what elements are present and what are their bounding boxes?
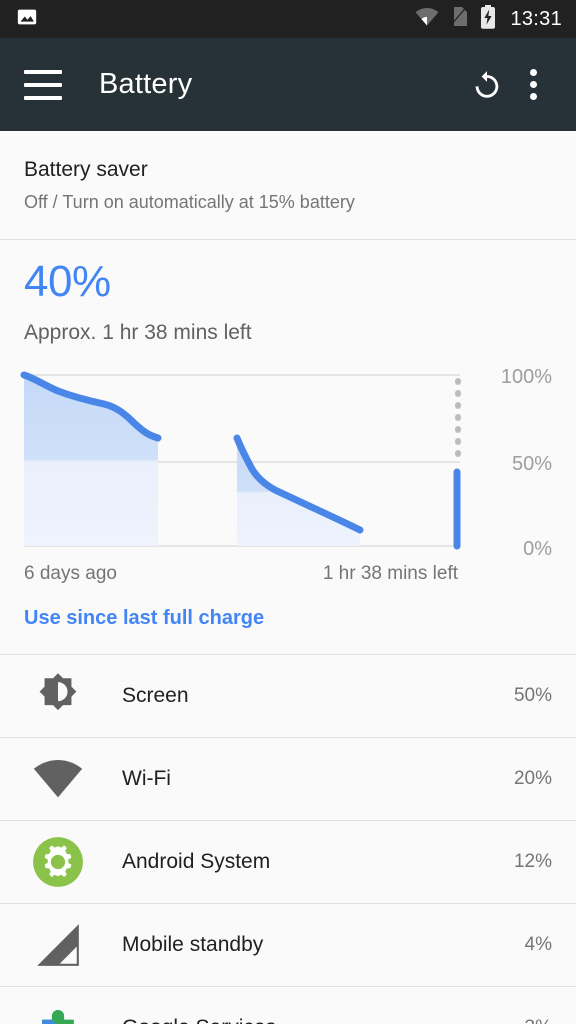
list-item[interactable]: Mobile standby 4% bbox=[0, 903, 576, 987]
battery-level-block: 40% Approx. 1 hr 38 mins left bbox=[0, 240, 576, 345]
use-since-last-charge-row: Use since last full charge bbox=[0, 585, 576, 654]
list-item-value: 4% bbox=[524, 933, 552, 955]
android-system-icon bbox=[26, 836, 90, 888]
y-axis-label-0: 0% bbox=[523, 538, 552, 559]
no-sim-icon bbox=[450, 5, 469, 33]
brightness-icon bbox=[26, 670, 90, 722]
overflow-menu-icon[interactable] bbox=[510, 62, 556, 108]
chart-x-axis-captions: 6 days ago 1 hr 38 mins left bbox=[0, 563, 576, 585]
google-play-services-icon bbox=[26, 1002, 90, 1024]
battery-usage-list: Screen 50% Wi-Fi 20% Android System 12% … bbox=[0, 653, 576, 1024]
battery-chart-svg: 100% 50% 0% bbox=[20, 366, 552, 559]
list-item[interactable]: Wi-Fi 20% bbox=[0, 737, 576, 821]
app-toolbar: Battery bbox=[0, 38, 576, 131]
chart-caption-end: 1 hr 38 mins left bbox=[322, 562, 458, 584]
image-icon bbox=[16, 6, 38, 33]
refresh-icon[interactable] bbox=[464, 62, 510, 108]
mobile-signal-icon bbox=[26, 920, 90, 970]
list-item-label: Wi-Fi bbox=[122, 767, 171, 791]
battery-saver-row[interactable]: Battery saver Off / Turn on automaticall… bbox=[0, 131, 576, 239]
battery-history-chart: 100% 50% 0% bbox=[0, 359, 576, 559]
battery-charging-icon bbox=[480, 4, 496, 34]
wifi-icon bbox=[26, 757, 90, 801]
use-since-last-full-charge-link[interactable]: Use since last full charge bbox=[24, 607, 264, 629]
chart-caption-start: 6 days ago bbox=[24, 562, 117, 584]
list-item[interactable]: Google Services 3% bbox=[0, 986, 576, 1024]
hamburger-menu-icon[interactable] bbox=[24, 69, 62, 100]
list-item-label: Android System bbox=[122, 850, 271, 874]
status-bar-right-icons: 13:31 bbox=[415, 4, 562, 34]
y-axis-label-100: 100% bbox=[501, 366, 552, 388]
y-axis-label-50: 50% bbox=[512, 453, 552, 475]
list-item-value: 20% bbox=[513, 767, 552, 789]
battery-percent: 40% bbox=[24, 256, 111, 306]
battery-time-estimate: Approx. 1 hr 38 mins left bbox=[24, 320, 252, 344]
list-item-label: Google Services bbox=[122, 1015, 525, 1024]
status-bar-left-icons bbox=[16, 6, 38, 33]
chart-area-segment-2 bbox=[237, 437, 360, 546]
status-bar-clock: 13:31 bbox=[510, 8, 562, 30]
battery-saver-subtitle: Off / Turn on automatically at 15% batte… bbox=[24, 192, 355, 213]
battery-content: Battery saver Off / Turn on automaticall… bbox=[0, 131, 576, 1024]
list-item-value: 3% bbox=[525, 1017, 552, 1024]
list-item[interactable]: Screen 50% bbox=[0, 654, 576, 738]
list-item[interactable]: Android System 12% bbox=[0, 820, 576, 904]
list-item-label: Mobile standby bbox=[122, 933, 264, 957]
list-item-value: 50% bbox=[513, 684, 552, 706]
wifi-icon bbox=[415, 7, 439, 32]
list-item-value: 12% bbox=[513, 850, 552, 872]
battery-saver-title: Battery saver bbox=[24, 158, 148, 181]
list-item-label: Screen bbox=[122, 684, 189, 708]
page-title: Battery bbox=[99, 68, 193, 100]
status-bar: 13:31 bbox=[0, 0, 576, 38]
